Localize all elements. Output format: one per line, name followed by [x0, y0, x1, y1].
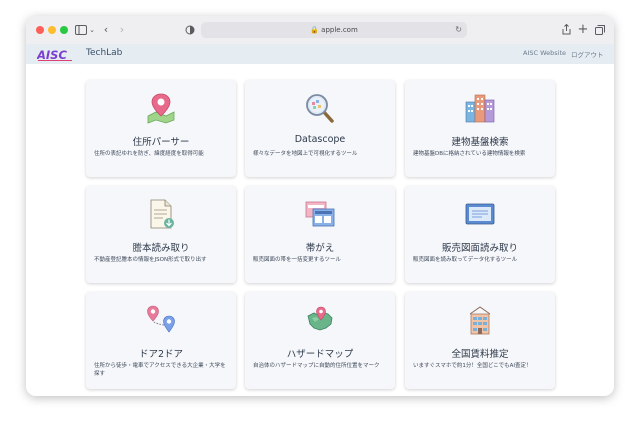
tab-overview-icon[interactable] — [594, 22, 606, 38]
route-icon — [145, 304, 177, 336]
document-icon — [145, 198, 177, 230]
card-title: 販売図面読み取り — [441, 243, 518, 254]
browser-toolbar: ⌄ ‹ › 🔒 apple.com ↻ + — [26, 16, 614, 45]
card-description: 販売図面を読み取ってデータ化するツール — [413, 257, 518, 263]
reload-icon[interactable]: ↻ — [455, 22, 462, 38]
browser-window: ⌄ ‹ › 🔒 apple.com ↻ + AISC TechLab AISC … — [26, 16, 614, 396]
card-rent-estimate[interactable]: 全国賃料推定 いますぐスマホで約1分！全国どこでもAI査定！ — [405, 292, 555, 389]
forward-button[interactable]: › — [116, 22, 128, 38]
magnifier-icon — [304, 92, 336, 124]
card-title: 住所パーサー — [132, 137, 190, 148]
card-description: 販売図面の帯を一括変更するツール — [253, 257, 341, 263]
zoom-window-button[interactable] — [60, 26, 68, 34]
card-registry-reader[interactable]: 謄本読み取り 不動産登記謄本の情報をJSON形式で取り出す — [86, 186, 236, 283]
card-address-parser[interactable]: 住所パーサー 住所の表記ゆれを防ぎ、緯度経度を取得可能 — [86, 80, 236, 177]
share-icon[interactable] — [560, 22, 572, 38]
tool-grid: 住所パーサー 住所の表記ゆれを防ぎ、緯度経度を取得可能 Datascope 様々… — [26, 64, 614, 396]
card-sales-drawing-reader[interactable]: 販売図面読み取り 販売図面を読み取ってデータ化するツール — [405, 186, 555, 283]
hazard-map-icon — [304, 304, 336, 336]
aisc-logo[interactable]: AISC — [36, 47, 73, 62]
card-title: ハザードマップ — [286, 349, 354, 360]
card-description: 住所の表記ゆれを防ぎ、緯度経度を取得可能 — [94, 151, 204, 157]
card-description: 自治体のハザードマップに自動的住所位置をマーク — [253, 363, 380, 369]
logout-link[interactable]: ログアウト — [571, 49, 604, 59]
card-title: 建物基盤検索 — [451, 137, 509, 148]
apartment-icon — [464, 304, 496, 336]
minimize-window-button[interactable] — [48, 26, 56, 34]
privacy-shield-icon[interactable] — [184, 22, 196, 38]
app-header: AISC TechLab AISC Website ログアウト — [26, 44, 614, 64]
card-description: 建物基盤DBに格納されている建物情報を検索 — [413, 151, 526, 157]
address-bar[interactable]: 🔒 apple.com ↻ — [201, 22, 467, 38]
card-description: 住所から徒歩・電車でアクセスできる大企業・大学を探す — [94, 363, 226, 377]
close-window-button[interactable] — [36, 26, 44, 34]
sidebar-toggle-icon[interactable] — [74, 22, 88, 38]
chevron-down-icon[interactable]: ⌄ — [88, 22, 96, 38]
back-button[interactable]: ‹ — [100, 22, 112, 38]
flyer-icon — [304, 198, 336, 230]
card-title: Datascope — [294, 134, 346, 145]
card-datascope[interactable]: Datascope 様々なデータを地図上で可視化するツール — [245, 80, 395, 177]
buildings-icon — [464, 92, 496, 124]
card-title: ドア2ドア — [138, 349, 184, 360]
lock-icon: 🔒 — [310, 26, 319, 34]
card-title: 謄本読み取り — [132, 243, 190, 254]
card-hazard-map[interactable]: ハザードマップ 自治体のハザードマップに自動的住所位置をマーク — [245, 292, 395, 389]
card-description: いますぐスマホで約1分！全国どこでもAI査定！ — [413, 363, 532, 369]
brand-name: TechLab — [86, 48, 123, 58]
card-door-to-door[interactable]: ドア2ドア 住所から徒歩・電車でアクセスできる大企業・大学を探す — [86, 292, 236, 389]
new-tab-icon[interactable]: + — [577, 22, 589, 38]
card-obigae[interactable]: 帯がえ 販売図面の帯を一括変更するツール — [245, 186, 395, 283]
monitor-icon — [464, 198, 496, 230]
url-text: 🔒 apple.com — [310, 26, 358, 34]
svg-text:AISC: AISC — [37, 48, 67, 62]
card-description: 様々なデータを地図上で可視化するツール — [253, 151, 358, 157]
card-title: 全国賃料推定 — [451, 349, 509, 360]
map-pin-icon — [145, 92, 177, 124]
card-description: 不動産登記謄本の情報をJSON形式で取り出す — [94, 257, 207, 263]
aisc-website-link[interactable]: AISC Website — [523, 49, 566, 57]
card-building-search[interactable]: 建物基盤検索 建物基盤DBに格納されている建物情報を検索 — [405, 80, 555, 177]
card-title: 帯がえ — [305, 243, 335, 254]
